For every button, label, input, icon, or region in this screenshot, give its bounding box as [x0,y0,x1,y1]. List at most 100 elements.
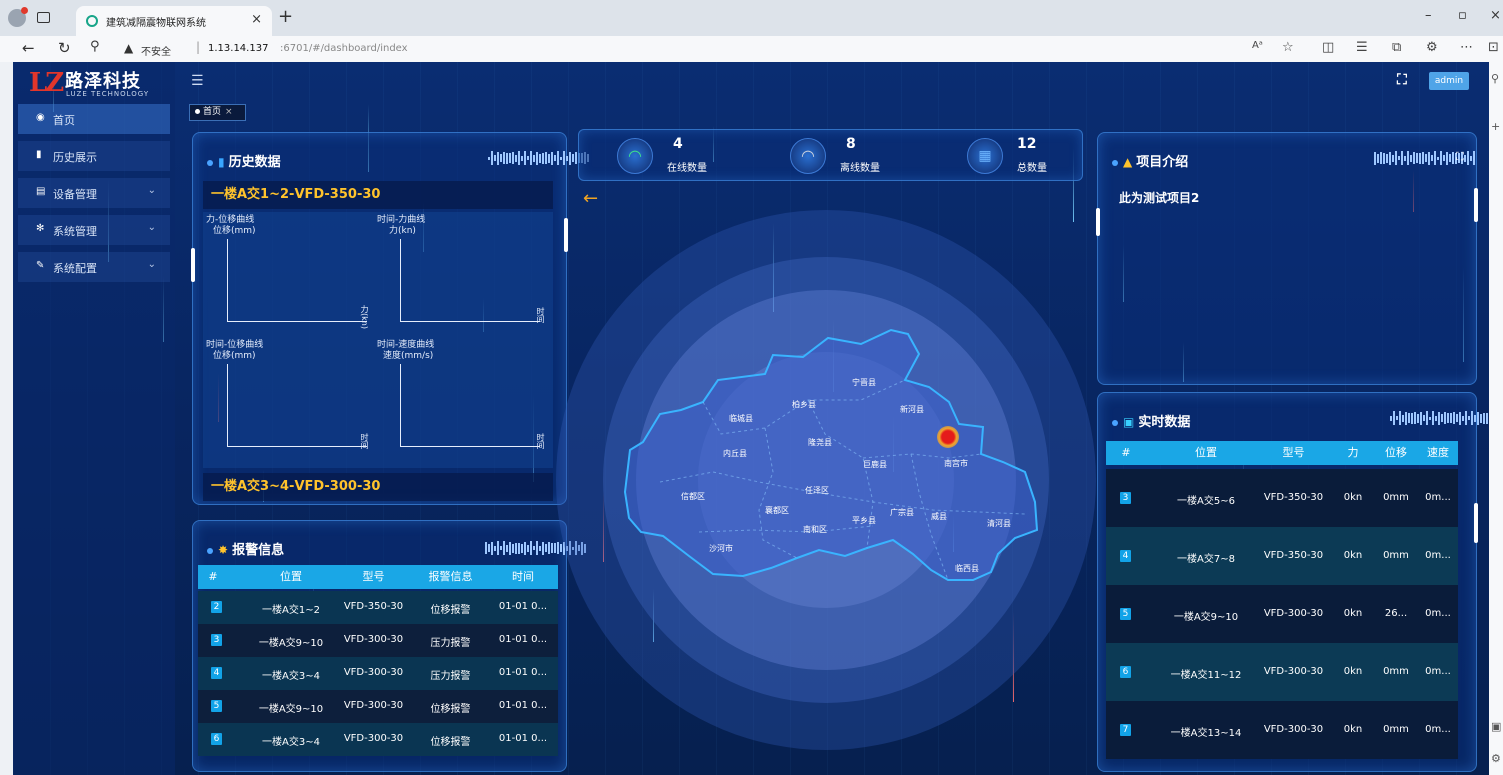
favorites-icon[interactable]: ☰ [1356,40,1368,55]
address-separator: | [196,40,201,54]
title-bullet [1112,159,1118,166]
refresh-icon[interactable]: ↻ [58,39,71,57]
map-district-label: 平乡县 [852,516,876,525]
extensions-icon[interactable]: ⚙ [1426,40,1438,55]
dashboard-app: LZ 路泽科技 LUZE TECHNOLOGY ◉ 首页 ▮ 历史展示 ▤ 设备… [13,62,1489,775]
map-district-label: 临城县 [729,414,753,423]
table-cell: 0mm [1383,666,1409,677]
address-toolbar: ← ↻ ⚲ ▲ 不安全 | 1.13.14.137 :6701/#/dashbo… [0,36,1503,62]
title-bullet [1112,419,1118,426]
site-favicon-icon [86,15,98,27]
table-row[interactable]: 6 一楼A交11~12 VFD-300-30 0kn 0mm 0m... [1106,643,1458,701]
project-description: 此为测试项目2 [1119,191,1200,205]
settings-icon[interactable]: ⚙ [1491,752,1501,765]
wave-bar [1383,152,1385,164]
wave-bar [1416,153,1418,163]
workspaces-icon[interactable] [37,12,50,23]
add-sidebar-icon[interactable]: + [1491,120,1500,133]
table-cell: VFD-350-30 [1263,492,1324,503]
wave-bar [1437,156,1439,160]
wave-bar [1483,412,1485,424]
table-cell: 0m... [1425,492,1451,503]
restore-icon[interactable]: ▫ [1458,8,1467,23]
close-window-icon[interactable]: × [1490,8,1501,23]
wave-bar [1444,412,1446,424]
table-cell: 0kn [1343,666,1363,677]
table-cell: 0m... [1425,724,1451,735]
wave-bar [1438,411,1440,425]
alarm-location-marker[interactable] [937,426,959,448]
more-menu-icon[interactable]: ⋯ [1460,40,1473,55]
wave-bar [1446,151,1448,165]
map-district-label: 襄都区 [765,506,789,515]
sidebar-toggle-icon[interactable]: ⊡ [1488,40,1499,55]
table-row[interactable]: 7 一楼A交13~14 VFD-300-30 0kn 0mm 0m... [1106,701,1458,759]
screenshot-icon[interactable]: ▣ [1491,720,1501,733]
waveform-decoration [1390,411,1489,425]
wave-bar [1414,412,1416,424]
wave-bar [1465,411,1467,425]
wave-bar [1441,414,1443,422]
column-header: 型号 [1282,446,1305,459]
new-tab-icon[interactable]: + [278,6,293,27]
browser-tab-strip: 建筑减隔震物联网系统 × + – ▫ × [0,0,1503,36]
data-monitor-icon: ▣ [1123,415,1135,429]
table-cell: 一楼A交5~6 [1177,496,1235,507]
search-sidebar-icon[interactable]: ⚲ [1491,72,1499,85]
column-header: 位移 [1385,446,1407,459]
table-cell: 一楼A交13~14 [1170,728,1242,739]
wave-bar [1426,411,1428,425]
panel-corner [1474,503,1478,543]
browser-tab[interactable]: 建筑减隔震物联网系统 × [76,6,272,36]
wave-bar [1419,152,1421,164]
wave-bar [1423,415,1425,421]
split-screen-icon[interactable]: ◫ [1322,40,1334,55]
table-cell: 0m... [1425,666,1451,677]
table-cell: 26... [1384,608,1408,619]
expand-icon[interactable]: ⛶ [1456,150,1464,164]
realtime-title: ▣ 实时数据 [1112,411,1190,430]
back-icon[interactable]: ← [22,39,35,57]
table-row[interactable]: 4 一楼A交7~8 VFD-350-30 0kn 0mm 0m... [1106,527,1458,585]
not-secure-label[interactable]: 不安全 [141,43,171,58]
wave-bar [1393,411,1395,425]
table-row[interactable]: 3 一楼A交5~6 VFD-350-30 0kn 0mm 0m... [1106,469,1458,527]
map-district-label: 威县 [931,512,947,521]
realtime-table-header: # 位置 型号 力 位移 速度 [1106,441,1458,465]
row-index-badge: 7 [1120,724,1131,736]
collections-icon[interactable]: ⧉ [1392,40,1401,55]
table-cell: 0kn [1343,550,1363,561]
wave-bar [1462,415,1464,421]
wave-bar [1404,155,1406,161]
wave-bar [1398,156,1400,160]
address-bar[interactable]: ▲ 不安全 | 1.13.14.137 :6701/#/dashboard/in… [120,39,1230,59]
column-header: # [1121,446,1131,459]
wave-bar [1374,151,1376,165]
wave-bar [1390,415,1392,421]
wave-bar [1459,411,1461,425]
search-icon[interactable]: ⚲ [90,39,100,54]
wave-bar [1377,153,1379,163]
map-district-label: 南宫市 [944,459,968,468]
read-aloud-icon[interactable]: Aᵃ [1252,40,1263,51]
wave-bar [1428,151,1430,165]
map-district-label: 任泽区 [805,486,829,495]
wave-bar [1486,412,1488,424]
profile-icon[interactable] [8,7,28,27]
map-district-label: 清河县 [987,519,1011,528]
favorite-star-icon[interactable]: ☆ [1282,40,1294,55]
table-cell: 一楼A交11~12 [1170,670,1242,681]
warning-icon[interactable]: ▲ [124,41,133,55]
wave-bar [1443,155,1445,161]
table-row[interactable]: 5 一楼A交9~10 VFD-300-30 0kn 26... 0m... [1106,585,1458,643]
close-tab-icon[interactable]: × [251,12,262,27]
panel-corner [1096,208,1100,236]
column-header: 力 [1347,446,1359,459]
map-district-label: 隆尧县 [808,438,832,447]
map-district-label: 沙河市 [709,544,733,553]
wave-bar [1432,411,1434,425]
wave-bar [1405,411,1407,425]
row-index-badge: 3 [1120,492,1131,504]
minimize-icon[interactable]: – [1425,8,1432,23]
column-header: 速度 [1427,446,1449,459]
